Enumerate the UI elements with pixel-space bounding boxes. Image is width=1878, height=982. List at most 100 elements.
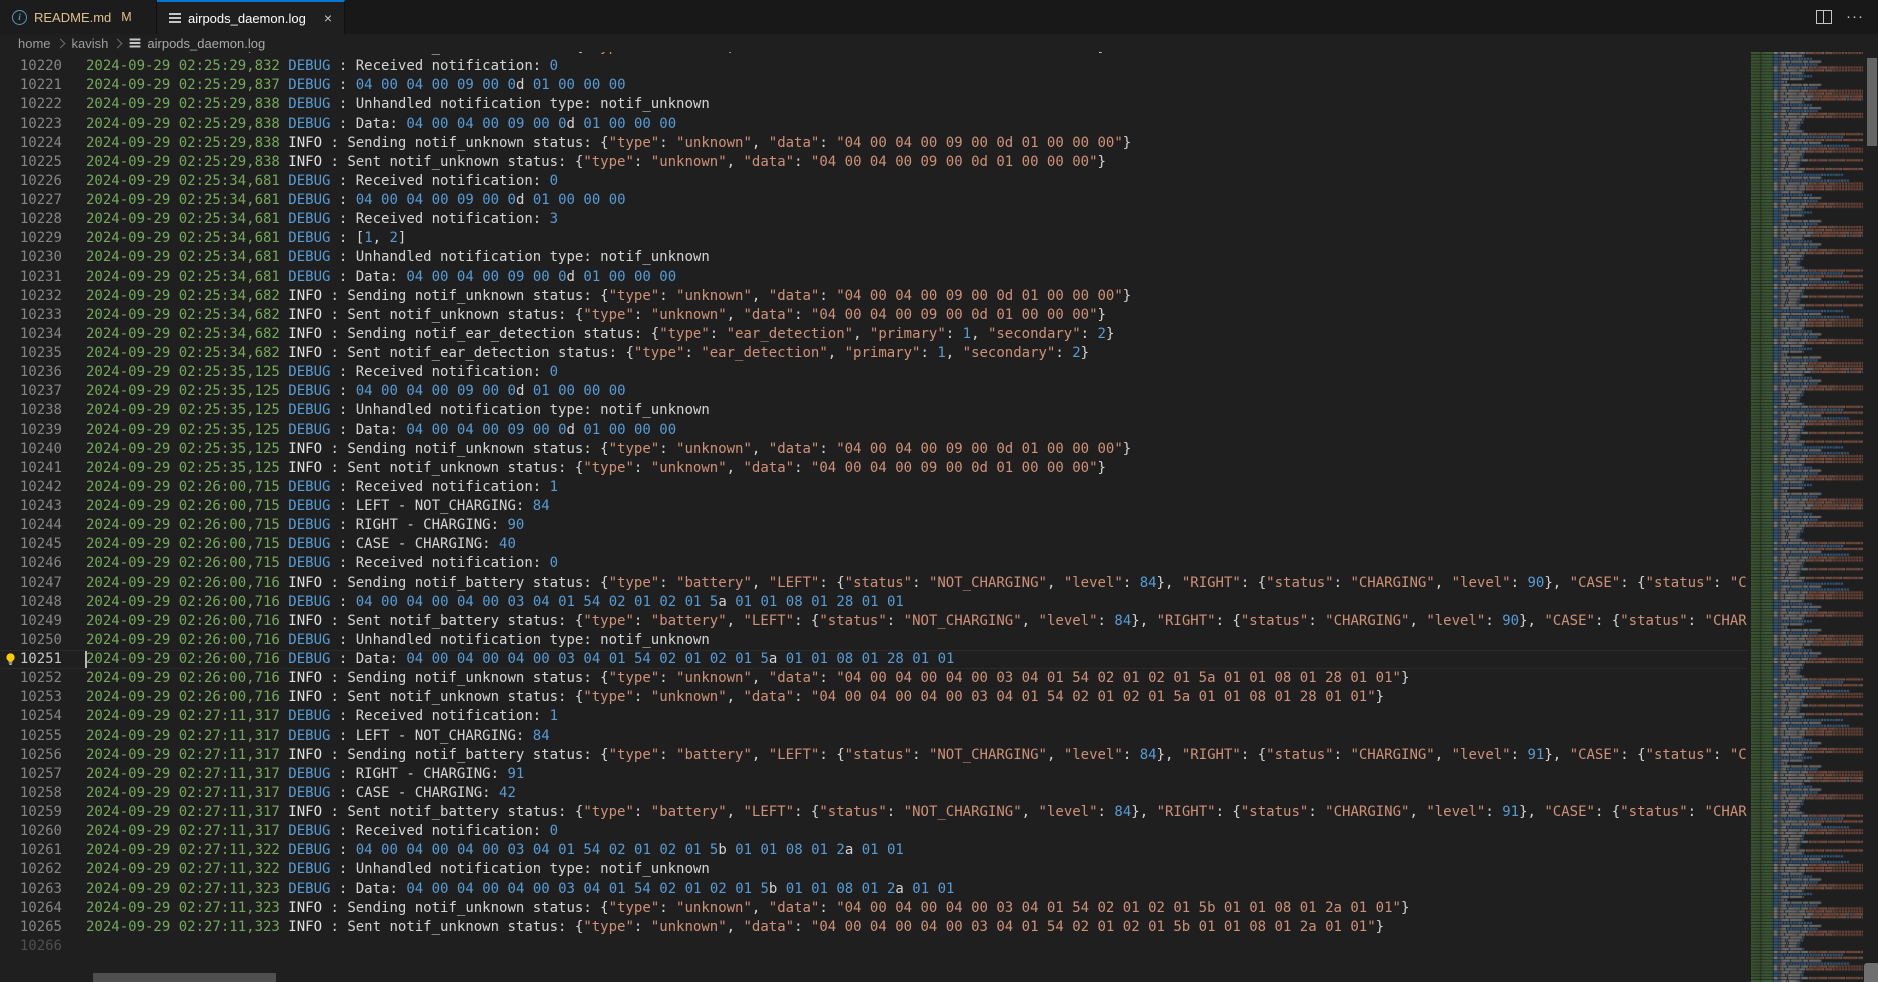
line-code[interactable]: 2024-09-29 02:25:34,682 INFO : Sent noti… — [62, 344, 1747, 363]
line-code[interactable]: 2024-09-29 02:25:29,838 DEBUG : Data: 04… — [62, 115, 1747, 134]
line-code[interactable]: 2024-09-29 02:26:00,716 DEBUG : Unhandle… — [62, 631, 1747, 650]
line-code[interactable]: 2024-09-29 02:25:34,681 DEBUG : Unhandle… — [62, 248, 1747, 267]
line-code[interactable]: 2024-09-29 02:25:35,125 DEBUG : Received… — [62, 363, 1747, 382]
line-number[interactable]: 10220 — [0, 57, 62, 76]
log-line[interactable]: 102612024-09-29 02:27:11,322 DEBUG : 04 … — [0, 841, 1747, 860]
line-number[interactable]: 10245 — [0, 535, 62, 554]
line-code[interactable]: 2024-09-29 02:25:29,838 INFO : Sending n… — [62, 134, 1747, 153]
line-code[interactable]: 2024-09-29 02:26:00,716 INFO : Sent noti… — [62, 612, 1747, 631]
vertical-scrollbar[interactable] — [1867, 58, 1877, 146]
line-number[interactable]: 10235 — [0, 344, 62, 363]
log-line[interactable]: 102552024-09-29 02:27:11,317 DEBUG : LEF… — [0, 727, 1747, 746]
line-number[interactable]: 10262 — [0, 860, 62, 879]
log-line[interactable]: 102532024-09-29 02:26:00,716 INFO : Sent… — [0, 688, 1747, 707]
line-number[interactable]: 10225 — [0, 153, 62, 172]
log-line[interactable]: 102242024-09-29 02:25:29,838 INFO : Send… — [0, 134, 1747, 153]
log-line[interactable]: 102472024-09-29 02:26:00,716 INFO : Send… — [0, 574, 1747, 593]
line-number[interactable]: 10242 — [0, 478, 62, 497]
log-line[interactable]: 102442024-09-29 02:26:00,715 DEBUG : RIG… — [0, 516, 1747, 535]
line-code[interactable]: 2024-09-29 02:25:34,681 DEBUG : Received… — [62, 172, 1747, 191]
line-number[interactable]: 10244 — [0, 516, 62, 535]
log-line[interactable]: 102632024-09-29 02:27:11,323 DEBUG : Dat… — [0, 880, 1747, 899]
log-line[interactable]: 102262024-09-29 02:25:34,681 DEBUG : Rec… — [0, 172, 1747, 191]
log-line[interactable]: 102422024-09-29 02:26:00,715 DEBUG : Rec… — [0, 478, 1747, 497]
log-line[interactable]: 102512024-09-29 02:26:00,716 DEBUG : Dat… — [0, 650, 1747, 669]
line-number[interactable]: 10256 — [0, 746, 62, 765]
tab-readme[interactable]: README.md M — [0, 0, 157, 34]
line-number[interactable]: 10223 — [0, 115, 62, 134]
line-number[interactable]: 10222 — [0, 95, 62, 114]
line-number[interactable]: 10227 — [0, 191, 62, 210]
line-code[interactable]: 2024-09-29 02:25:35,125 INFO : Sent noti… — [62, 459, 1747, 478]
line-code[interactable]: 2024-09-29 02:25:34,682 INFO : Sending n… — [62, 287, 1747, 306]
log-line[interactable]: 102372024-09-29 02:25:35,125 DEBUG : 04 … — [0, 382, 1747, 401]
line-number[interactable]: 10249 — [0, 612, 62, 631]
line-code[interactable]: 2024-09-29 02:26:00,715 DEBUG : Received… — [62, 478, 1747, 497]
line-number[interactable]: 10265 — [0, 918, 62, 937]
log-line[interactable]: 102462024-09-29 02:26:00,715 DEBUG : Rec… — [0, 554, 1747, 573]
line-code[interactable]: 2024-09-29 02:25:34,682 INFO : Sending n… — [62, 325, 1747, 344]
log-line[interactable]: 102482024-09-29 02:26:00,716 DEBUG : 04 … — [0, 593, 1747, 612]
line-number[interactable]: 10260 — [0, 822, 62, 841]
line-number[interactable]: 10228 — [0, 210, 62, 229]
line-code[interactable]: 2024-09-29 02:27:11,317 DEBUG : LEFT - N… — [62, 727, 1747, 746]
line-number[interactable]: 10232 — [0, 287, 62, 306]
line-number[interactable]: 10237 — [0, 382, 62, 401]
line-number[interactable]: 10252 — [0, 669, 62, 688]
log-line[interactable]: 102642024-09-29 02:27:11,323 INFO : Send… — [0, 899, 1747, 918]
line-code[interactable]: 2024-09-29 02:27:11,323 INFO : Sending n… — [62, 899, 1747, 918]
line-number[interactable]: 10239 — [0, 421, 62, 440]
line-code[interactable]: 2024-09-29 02:27:11,317 DEBUG : CASE - C… — [62, 784, 1747, 803]
line-code[interactable]: 2024-09-29 02:25:34,682 INFO : Sent noti… — [62, 306, 1747, 325]
log-line[interactable]: 102252024-09-29 02:25:29,838 INFO : Sent… — [0, 153, 1747, 172]
line-code[interactable]: 2024-09-29 02:25:34,681 DEBUG : Received… — [62, 210, 1747, 229]
log-line[interactable]: 102652024-09-29 02:27:11,323 INFO : Sent… — [0, 918, 1747, 937]
log-line[interactable]: 102382024-09-29 02:25:35,125 DEBUG : Unh… — [0, 401, 1747, 420]
log-line[interactable]: 102392024-09-29 02:25:35,125 DEBUG : Dat… — [0, 421, 1747, 440]
line-number[interactable]: 10238 — [0, 401, 62, 420]
minimap[interactable] — [1751, 52, 1863, 982]
line-number[interactable]: 10247 — [0, 574, 62, 593]
log-line[interactable]: 102622024-09-29 02:27:11,322 DEBUG : Unh… — [0, 860, 1747, 879]
log-line[interactable]: 102592024-09-29 02:27:11,317 INFO : Sent… — [0, 803, 1747, 822]
log-line[interactable]: 102202024-09-29 02:25:29,832 DEBUG : Rec… — [0, 57, 1747, 76]
log-line[interactable]: 102452024-09-29 02:26:00,715 DEBUG : CAS… — [0, 535, 1747, 554]
line-number[interactable]: 10261 — [0, 841, 62, 860]
line-code[interactable]: 2024-09-29 02:25:34,681 DEBUG : Data: 04… — [62, 268, 1747, 287]
line-code[interactable]: 2024-09-29 02:25:29,837 DEBUG : 04 00 04… — [62, 76, 1747, 95]
line-number[interactable]: 10258 — [0, 784, 62, 803]
log-line[interactable]: 102332024-09-29 02:25:34,682 INFO : Sent… — [0, 306, 1747, 325]
line-number[interactable]: 10221 — [0, 76, 62, 95]
horizontal-scrollbar[interactable] — [93, 973, 276, 982]
line-number[interactable]: 10241 — [0, 459, 62, 478]
breadcrumb-kavish[interactable]: kavish — [72, 36, 109, 51]
line-number[interactable]: 10263 — [0, 880, 62, 899]
log-line[interactable]: 102282024-09-29 02:25:34,681 DEBUG : Rec… — [0, 210, 1747, 229]
line-code[interactable]: 2024-09-29 02:27:11,317 DEBUG : Received… — [62, 822, 1747, 841]
breadcrumb-home[interactable]: home — [18, 36, 51, 51]
log-line[interactable]: 102562024-09-29 02:27:11,317 INFO : Send… — [0, 746, 1747, 765]
breadcrumb-file[interactable]: airpods_daemon.log — [129, 36, 265, 51]
line-number[interactable]: 10246 — [0, 554, 62, 573]
line-number[interactable]: 10254 — [0, 707, 62, 726]
line-number[interactable]: 10266 — [0, 937, 62, 956]
log-line[interactable]: 102222024-09-29 02:25:29,838 DEBUG : Unh… — [0, 95, 1747, 114]
log-line[interactable]: 102272024-09-29 02:25:34,681 DEBUG : 04 … — [0, 191, 1747, 210]
line-code[interactable]: 2024-09-29 02:25:34,681 DEBUG : 04 00 04… — [62, 191, 1747, 210]
log-line[interactable]: 102492024-09-29 02:26:00,716 INFO : Sent… — [0, 612, 1747, 631]
log-line[interactable]: 10266 — [0, 937, 1747, 956]
line-code[interactable]: 2024-09-29 02:25:35,125 DEBUG : Data: 04… — [62, 421, 1747, 440]
line-code[interactable]: 2024-09-29 02:27:11,323 INFO : Sent noti… — [62, 918, 1747, 937]
line-code[interactable]: 2024-09-29 02:26:00,715 DEBUG : Received… — [62, 554, 1747, 573]
line-code[interactable]: 2024-09-29 02:25:29,838 INFO : Sent noti… — [62, 153, 1747, 172]
line-code[interactable]: 2024-09-29 02:27:11,317 INFO : Sending n… — [62, 746, 1747, 765]
scrollbar-corner[interactable] — [1864, 963, 1878, 982]
log-line[interactable]: 102352024-09-29 02:25:34,682 INFO : Sent… — [0, 344, 1747, 363]
tab-airpods-daemon-log[interactable]: airpods_daemon.log × — [157, 0, 345, 34]
line-code[interactable]: 2024-09-29 02:26:00,716 DEBUG : Data: 04… — [62, 650, 1747, 669]
log-line[interactable]: 102302024-09-29 02:25:34,681 DEBUG : Unh… — [0, 248, 1747, 267]
log-line[interactable]: 102412024-09-29 02:25:35,125 INFO : Sent… — [0, 459, 1747, 478]
log-line[interactable]: 102232024-09-29 02:25:29,838 DEBUG : Dat… — [0, 115, 1747, 134]
line-number[interactable]: 10259 — [0, 803, 62, 822]
line-number[interactable]: 10234 — [0, 325, 62, 344]
